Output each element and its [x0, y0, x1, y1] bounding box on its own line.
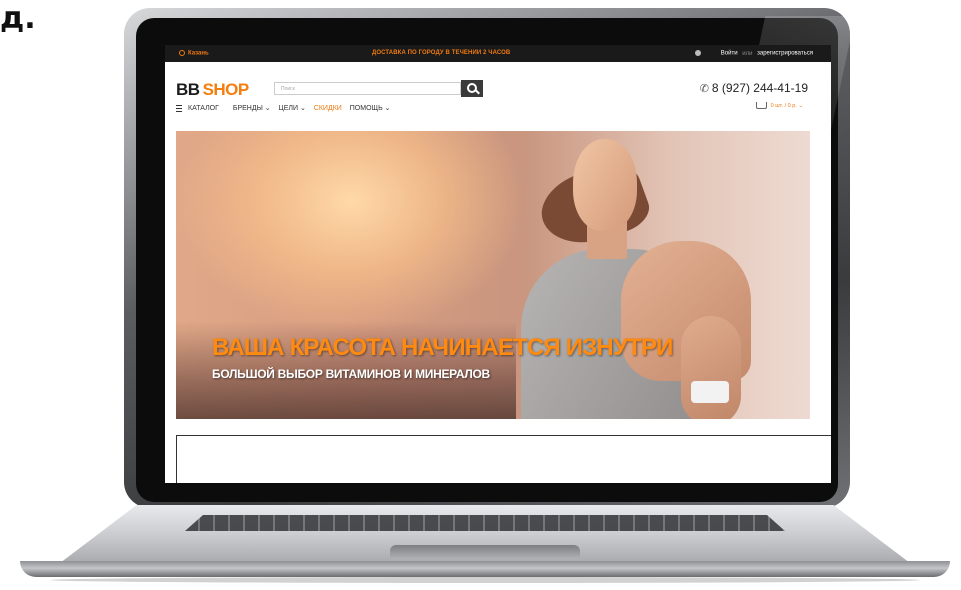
- hero-banner[interactable]: ВАША КРАСОТА НАЧИНАЕТСЯ ИЗНУТРИ БОЛЬШОЙ …: [176, 131, 810, 419]
- cart-summary[interactable]: 0 шт. / 0 р. ⌄: [755, 102, 803, 109]
- runner-wristband: [691, 381, 729, 403]
- logo-bb: BB: [176, 80, 200, 99]
- runner-face: [573, 139, 637, 231]
- search-input[interactable]: Поиск: [274, 82, 461, 95]
- laptop-front-edge: [20, 561, 950, 577]
- delivery-notice: ДОСТАВКА ПО ГОРОДУ В ТЕЧЕНИИ 2 ЧАСОВ: [372, 50, 511, 56]
- site-logo[interactable]: BB SHOP: [176, 80, 249, 100]
- cart-icon: [755, 102, 767, 109]
- auth-links: Войти или зарегистрироваться: [695, 50, 813, 57]
- site-topbar: Казань ДОСТАВКА ПО ГОРОДУ В ТЕЧЕНИИ 2 ЧА…: [165, 45, 831, 62]
- nav-item-sale[interactable]: СКИДКИ: [314, 105, 342, 112]
- search-button[interactable]: [461, 80, 483, 97]
- trackpad-notch: [390, 545, 580, 559]
- nav-item-brands[interactable]: БРЕНДЫ ⌄: [233, 105, 271, 112]
- laptop-base: [20, 505, 950, 583]
- hero-subtitle: БОЛЬШОЙ ВЫБОР ВИТАМИНОВ И МИНЕРАЛОВ: [212, 367, 490, 381]
- content-placeholder-box: [176, 435, 831, 483]
- register-link[interactable]: зарегистрироваться: [757, 51, 813, 57]
- city-selector[interactable]: Казань: [179, 50, 209, 57]
- main-nav: КАТАЛОГ БРЕНДЫ ⌄ ЦЕЛИ ⌄ СКИДКИ ПОМОЩЬ ⌄: [176, 104, 396, 112]
- nav-catalog-label: КАТАЛОГ: [188, 105, 219, 112]
- phone-text: 8 (927) 244-41-19: [711, 81, 808, 95]
- logo-shop: SHOP: [202, 80, 250, 99]
- nav-item-help[interactable]: ПОМОЩЬ ⌄: [350, 105, 391, 112]
- user-icon: [695, 50, 702, 56]
- cart-summary-text: 0 шт. / 0 р. ⌄: [770, 102, 803, 109]
- nav-item-goals[interactable]: ЦЕЛИ ⌄: [279, 105, 306, 112]
- runner-arm: [681, 316, 741, 419]
- phone-number[interactable]: ✆ 8 (927) 244-41-19: [700, 81, 808, 95]
- nav-item-catalog[interactable]: КАТАЛОГ: [176, 104, 225, 112]
- location-pin-icon: [179, 50, 185, 56]
- site-header: BB SHOP Поиск ✆ 8 (927) 244-41-19 КАТАЛОГ …: [165, 62, 831, 120]
- keyboard: [185, 515, 785, 531]
- laptop-shadow: [50, 577, 920, 583]
- hero-title: ВАША КРАСОТА НАЧИНАЕТСЯ ИЗНУТРИ: [212, 334, 673, 361]
- login-link[interactable]: Войти: [721, 51, 738, 57]
- page-corner-text: д.: [0, 1, 36, 36]
- menu-icon: [176, 104, 182, 112]
- city-label: Казань: [188, 50, 209, 57]
- search-icon-handle: [475, 89, 480, 95]
- laptop-screen: Казань ДОСТАВКА ПО ГОРОДУ В ТЕЧЕНИИ 2 ЧА…: [165, 45, 831, 483]
- phone-icon: ✆: [699, 83, 709, 95]
- hero-runner-image: [501, 131, 810, 419]
- or-separator: или: [742, 50, 753, 57]
